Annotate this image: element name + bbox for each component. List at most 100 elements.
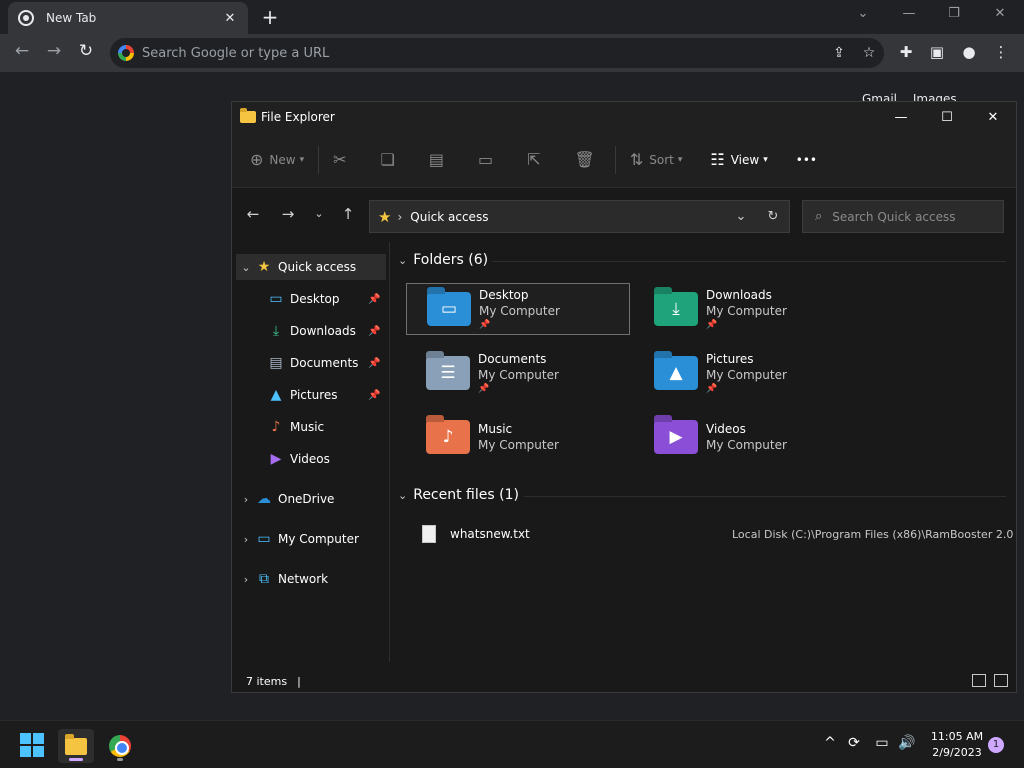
plus-circle-icon: ⊕ [250,150,264,169]
folder-name: Videos [706,422,746,436]
details-view-icon[interactable] [972,674,986,687]
share-icon[interactable]: ⇪ [824,45,854,61]
pin-icon: 📌 [368,325,381,337]
chevron-down-icon: ⌄ [398,488,408,502]
folders-header: Folders (6) [413,252,489,268]
nav-item-downloads[interactable]: ⤓ Downloads 📌 [236,318,386,344]
sync-icon[interactable]: ⟳ [843,735,865,751]
minimize-icon[interactable]: — [899,6,919,21]
windows-start-icon[interactable] [20,733,44,757]
videos-folder-icon: ▶ [654,420,698,454]
close-window-icon[interactable]: ✕ [990,6,1010,21]
notification-badge[interactable]: 1 [988,737,1004,753]
volume-icon[interactable]: 🔊 [896,735,918,751]
back-icon[interactable]: ← [10,41,34,61]
tiles-view-icon[interactable] [994,674,1008,687]
downloads-folder-icon: ⤓ [654,292,698,326]
chevron-right-icon[interactable]: › [236,493,256,506]
folders-section-header[interactable]: ⌄ Folders (6) [398,252,488,268]
network-icon[interactable]: ▭ [871,735,893,751]
recent-locations-icon[interactable]: ⌄ [309,207,329,220]
chevron-down-icon[interactable]: ⌄ [236,261,256,274]
video-play-icon: ▶ [270,451,282,467]
folder-tile-desktop[interactable]: ▭ Desktop My Computer 📌 [406,283,630,335]
pin-icon: 📌 [478,384,490,394]
search-box[interactable]: ⌕ Search Quick access [802,200,1004,233]
breadcrumb-quick-access[interactable]: Quick access [410,210,725,224]
view-button[interactable]: ☷ View ▾ [710,150,767,169]
folder-tile-videos[interactable]: ▶ Videos My Computer [634,411,858,463]
rename-button[interactable]: ▭ [478,150,499,169]
nav-item-pictures[interactable]: ▲ Pictures 📌 [236,382,386,408]
nav-item-desktop[interactable]: ▭ Desktop 📌 [236,286,386,312]
bookmark-star-icon[interactable]: ☆ [854,45,884,61]
picture-icon: ▲ [270,387,282,403]
nav-item-my-computer[interactable]: › ▭ My Computer [236,526,386,552]
share-icon: ⇱ [527,150,541,169]
see-more-button[interactable]: ••• [796,153,817,167]
clock[interactable]: 11:05 AM 2/9/2023 [928,729,986,761]
nav-item-music[interactable]: ♪ Music [236,414,386,440]
explorer-maximize-icon[interactable]: ☐ [924,110,970,125]
taskbar-chrome[interactable] [102,729,138,763]
delete-button[interactable]: 🗑 [575,150,601,169]
tab-close-button[interactable]: ✕ [222,11,238,26]
explorer-forward-icon[interactable]: → [278,205,298,223]
nav-item-onedrive[interactable]: › ☁ OneDrive [236,486,386,512]
up-icon[interactable]: ↑ [338,205,358,223]
recent-section-header[interactable]: ⌄ Recent files (1) [398,487,519,503]
reload-icon[interactable]: ↻ [74,41,98,61]
copy-button[interactable]: ❏ [381,150,401,169]
folder-tile-downloads[interactable]: ⤓ Downloads My Computer 📌 [634,283,858,335]
explorer-title-bar[interactable]: File Explorer — ☐ ✕ [232,102,1016,132]
folder-tile-pictures[interactable]: ▲ Pictures My Computer 📌 [634,347,858,399]
address-dropdown-icon[interactable]: ⌄ [725,209,757,224]
folder-location: My Computer [706,438,787,452]
restore-icon[interactable]: ❐ [944,6,964,21]
menu-kebab-icon[interactable]: ⋮ [990,43,1012,61]
star-icon: ★ [257,259,271,275]
desktop-folder-icon: ▭ [427,292,471,326]
sort-button[interactable]: ⇅ Sort ▾ [630,150,683,169]
nav-item-documents[interactable]: ▤ Documents 📌 [236,350,386,376]
share-button[interactable]: ⇱ [527,150,546,169]
pin-icon: 📌 [479,320,491,330]
omnibox[interactable]: Search Google or type a URL ⇪ ☆ [110,38,884,68]
extensions-icon[interactable]: ✚ [895,43,917,61]
nav-item-videos[interactable]: ▶ Videos [236,446,386,472]
folder-name: Downloads [706,288,772,302]
folder-tile-documents[interactable]: ☰ Documents My Computer 📌 [406,347,630,399]
taskbar-file-explorer[interactable] [58,729,94,763]
tab-search-icon[interactable]: ⌄ [853,6,873,21]
pin-icon: 📌 [368,293,381,305]
address-bar[interactable]: ★ › Quick access ⌄ ↻ [369,200,790,233]
forward-icon[interactable]: → [42,41,66,61]
chevron-right-icon[interactable]: › [236,533,256,546]
pin-icon: 📌 [368,389,381,401]
show-hidden-icons-icon[interactable]: ^ [819,735,841,751]
recent-file-row[interactable]: whatsnew.txt Local Disk (C:)\Program Fil… [422,522,1022,546]
chevron-down-icon: ▾ [763,154,768,165]
taskbar: ^ ⟳ ▭ 🔊 11:05 AM 2/9/2023 1 [0,720,1024,768]
explorer-back-icon[interactable]: ← [243,205,263,223]
nav-item-quick-access[interactable]: ⌄ ★ Quick access [236,254,386,280]
folder-tile-music[interactable]: ♪ Music My Computer [406,411,630,463]
nav-item-network[interactable]: › ⧉ Network [236,566,386,592]
nav-label: My Computer [278,532,359,546]
new-button[interactable]: ⊕ New ▾ [250,150,304,169]
computer-icon: ▭ [257,531,271,547]
nav-label: Pictures [290,388,338,402]
folder-name: Desktop [479,288,529,302]
explorer-minimize-icon[interactable]: — [878,110,924,125]
profile-icon[interactable]: ● [958,43,980,61]
chrome-tab[interactable]: New Tab ✕ [8,2,248,34]
scissors-icon: ✂ [333,150,347,169]
cut-button[interactable]: ✂ [333,150,352,169]
cloud-icon: ☁ [257,491,271,507]
side-panel-icon[interactable]: ▣ [926,43,948,61]
explorer-close-icon[interactable]: ✕ [970,110,1016,125]
paste-button[interactable]: ▤ [429,150,450,169]
refresh-icon[interactable]: ↻ [757,209,789,224]
chevron-right-icon[interactable]: › [236,573,256,586]
new-tab-button[interactable]: + [258,6,282,28]
